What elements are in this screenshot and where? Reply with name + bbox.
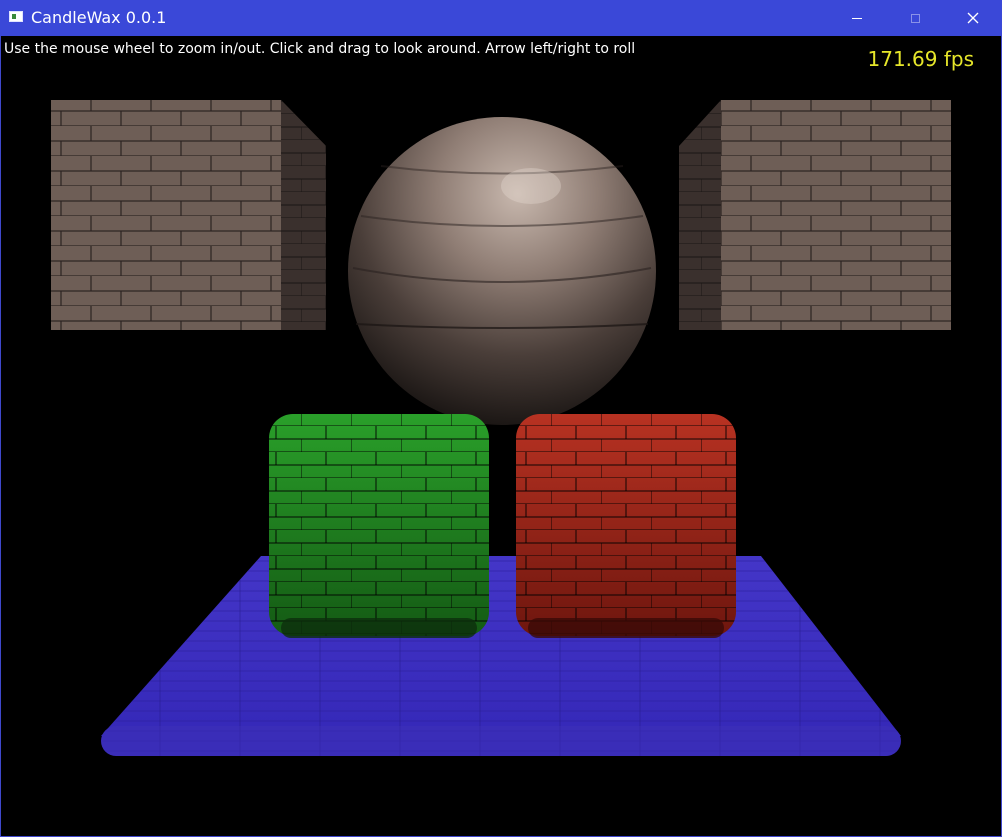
- maximize-icon: [910, 13, 920, 23]
- title-bar[interactable]: CandleWax 0.0.1: [0, 0, 1002, 36]
- brick-cube-right: [679, 100, 951, 330]
- brick-cube-left: [51, 100, 326, 330]
- maximize-button[interactable]: [886, 0, 944, 36]
- minimize-icon: [852, 17, 862, 19]
- brick-sphere: [348, 117, 656, 425]
- blue-floor-slab: [101, 556, 901, 756]
- render-viewport[interactable]: Use the mouse wheel to zoom in/out. Clic…: [1, 36, 1001, 836]
- close-icon: [967, 12, 979, 24]
- window-title: CandleWax 0.0.1: [31, 8, 167, 27]
- close-button[interactable]: [944, 0, 1002, 36]
- red-rounded-cube: [516, 414, 736, 638]
- app-window: CandleWax 0.0.1 Use the mouse wheel to z…: [0, 0, 1002, 837]
- scene-canvas: [51, 100, 951, 756]
- minimize-button[interactable]: [828, 0, 886, 36]
- fps-counter: 171.69 fps: [867, 47, 975, 71]
- controls-instructions: Use the mouse wheel to zoom in/out. Clic…: [4, 41, 636, 57]
- green-rounded-cube: [269, 414, 489, 638]
- app-icon: [9, 11, 23, 22]
